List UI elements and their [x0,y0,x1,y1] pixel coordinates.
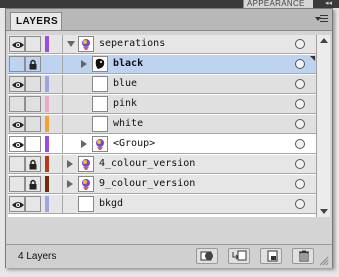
eye-icon [12,202,24,208]
layers-panel: LAYERS seperations black blue pink white <Gro… [5,8,333,268]
eye-icon [12,142,24,148]
eye-icon [12,42,24,48]
disclosure-expanded-icon[interactable] [67,41,75,47]
layer-color-swatch [45,76,49,92]
visibility-toggle[interactable] [9,116,25,132]
layer-thumbnail [92,136,108,152]
layer-thumbnail [92,76,108,92]
new-layer-icon [267,250,278,262]
layer-name: 4_colour_version [99,158,196,169]
layer-color-swatch [45,96,49,112]
visibility-toggle[interactable] [9,156,25,172]
lock-toggle[interactable] [25,56,41,72]
panel-tab-strip: LAYERS [6,9,332,31]
visibility-toggle[interactable] [9,96,25,112]
target-circle-icon[interactable] [295,99,305,109]
layer-name: 9_colour_version [99,178,196,189]
target-circle-icon[interactable] [295,179,305,189]
selection-indicator-icon [310,56,315,61]
target-circle-icon[interactable] [295,159,305,169]
layer-row[interactable]: seperations [8,35,316,54]
layer-color-swatch [45,176,49,192]
layer-thumbnail [78,36,94,52]
target-circle-icon[interactable] [295,39,305,49]
layer-thumbnail [78,176,94,192]
disclosure-collapsed-icon[interactable] [67,180,73,188]
layer-thumbnail [78,156,94,172]
lock-icon [29,59,37,70]
target-circle-icon[interactable] [295,139,305,149]
lock-toggle[interactable] [25,116,41,132]
layer-name: pink [113,98,138,109]
visibility-toggle[interactable] [9,196,25,212]
disclosure-collapsed-icon[interactable] [81,140,87,148]
layer-row[interactable]: blue [8,75,316,94]
layer-row[interactable]: black [8,55,316,74]
lock-icon [29,179,37,190]
make-clipping-mask-button[interactable] [196,248,218,264]
layer-row[interactable]: pink [8,95,316,114]
scroll-down-arrow-icon[interactable] [320,209,328,214]
layer-row[interactable]: 9_colour_version [8,175,316,194]
lock-toggle[interactable] [25,156,41,172]
disclosure-collapsed-icon[interactable] [67,160,73,168]
layer-row[interactable]: <Group> [8,135,316,154]
vertical-scrollbar[interactable] [316,35,330,217]
target-circle-icon[interactable] [295,119,305,129]
layers-list: seperations black blue pink white <Group> 4_co… [8,35,316,217]
visibility-toggle[interactable] [9,176,25,192]
visibility-toggle[interactable] [9,76,25,92]
layer-thumbnail [92,96,108,112]
panel-menu-button[interactable] [315,13,329,25]
layer-color-swatch [45,116,49,132]
eye-icon [12,122,24,128]
make-clipping-mask-icon [200,251,213,261]
lock-toggle[interactable] [25,36,41,52]
layer-thumbnail [92,56,108,72]
layer-name: black [113,58,144,69]
visibility-toggle[interactable] [9,56,25,72]
eye-icon [12,82,24,88]
lock-toggle[interactable] [25,76,41,92]
collapse-panels-button[interactable]: ◂◂ [318,0,339,8]
layer-thumbnail [92,116,108,132]
layer-row[interactable]: 4_colour_version [8,155,316,174]
tab-layers[interactable]: LAYERS [10,12,62,30]
tab-appearance[interactable]: APPEARANCE [243,0,313,8]
layer-thumbnail [78,196,94,212]
disclosure-collapsed-icon[interactable] [81,60,87,68]
trash-icon [299,250,309,262]
lock-toggle[interactable] [25,196,41,212]
visibility-toggle[interactable] [9,136,25,152]
layer-color-swatch [45,36,49,52]
layer-row[interactable]: white [8,115,316,134]
layer-count-label: 4 Layers [18,251,57,262]
layer-color-swatch [45,196,49,212]
target-circle-icon[interactable] [295,79,305,89]
layer-name: white [113,118,144,129]
panel-footer: 4 Layers [6,244,332,268]
layer-name: seperations [99,38,166,49]
scroll-up-arrow-icon[interactable] [320,38,328,43]
delete-layer-button[interactable] [292,248,314,264]
layer-color-swatch [45,136,49,152]
layer-name: blue [113,78,138,89]
layer-color-swatch [45,156,49,172]
lock-toggle[interactable] [25,176,41,192]
lock-icon [29,159,37,170]
new-layer-button[interactable] [260,248,282,264]
lock-toggle[interactable] [25,96,41,112]
resize-grip-icon[interactable] [319,256,329,266]
target-circle-icon[interactable] [295,59,305,69]
layer-name: bkgd [99,198,124,209]
layer-name: <Group> [113,138,156,149]
new-sublayer-icon [232,250,247,261]
lock-toggle[interactable] [25,136,41,152]
visibility-toggle[interactable] [9,36,25,52]
layer-row[interactable]: bkgd [8,195,316,214]
new-sublayer-button[interactable] [228,248,250,264]
target-circle-icon[interactable] [295,199,305,209]
